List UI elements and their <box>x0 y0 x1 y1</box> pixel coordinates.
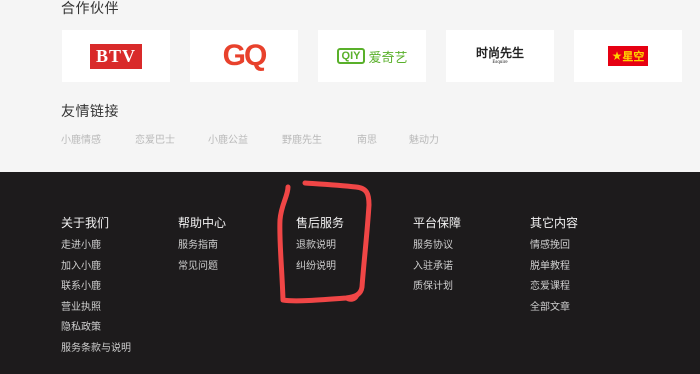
footer-link[interactable]: 服务条款与说明 <box>61 343 131 364</box>
footer-column-title: 平台保障 <box>413 216 462 230</box>
footer-link[interactable]: 脱单教程 <box>530 261 578 282</box>
friend-links-title: 友情链接 <box>61 104 119 120</box>
friend-link[interactable]: 魅动力 <box>409 131 439 146</box>
footer-link[interactable]: 常见问题 <box>178 261 226 282</box>
footer-link[interactable]: 加入小鹿 <box>61 261 131 282</box>
footer-column-title: 其它内容 <box>530 216 579 230</box>
footer-column-help: 帮助中心 服务指南 常见问题 <box>178 214 226 281</box>
footer-link[interactable]: 服务指南 <box>178 240 226 261</box>
footer-link[interactable]: 隐私政策 <box>61 322 131 343</box>
partner-logo-iqiyi[interactable]: QIY 爱奇艺 <box>318 30 426 82</box>
star-icon: ★ <box>611 49 623 63</box>
iqiyi-logo-text: 爱奇艺 <box>368 50 408 66</box>
footer-link[interactable]: 服务协议 <box>413 240 461 261</box>
esquire-logo-subtext: Esquire <box>492 60 508 65</box>
friend-link[interactable]: 小鹿公益 <box>208 131 248 146</box>
footer-link[interactable]: 恋爱课程 <box>530 281 578 302</box>
footer-link[interactable]: 营业执照 <box>61 302 131 323</box>
footer-column-title: 关于我们 <box>61 216 110 230</box>
partner-logo-gq[interactable]: GQ <box>190 30 298 82</box>
iqiyi-logo: QIY 爱奇艺 <box>336 47 408 66</box>
footer-column-title: 售后服务 <box>296 216 345 230</box>
star-logo-text: 星空 <box>622 50 645 63</box>
partner-logo-star[interactable]: ★ 星空 <box>574 30 682 82</box>
footer-link[interactable]: 入驻承诺 <box>413 261 461 282</box>
footer-column-other: 其它内容 情感挽回 脱单教程 恋爱课程 全部文章 <box>530 214 578 322</box>
friend-link[interactable]: 恋爱巴士 <box>135 131 175 146</box>
friend-link[interactable]: 南思 <box>357 131 377 146</box>
partners-section: 合作伙伴 BTV GQ QIY 爱奇艺 时尚先生 Esquire ★ 星空 友情… <box>0 0 700 172</box>
footer-link[interactable]: 全部文章 <box>530 302 578 323</box>
footer-link[interactable]: 退款说明 <box>296 240 344 261</box>
friend-link[interactable]: 小鹿情感 <box>61 131 101 146</box>
esquire-logo: 时尚先生 Esquire <box>476 47 524 65</box>
footer-column-title: 帮助中心 <box>178 216 227 230</box>
footer-link[interactable]: 联系小鹿 <box>61 281 131 302</box>
footer-link[interactable]: 走进小鹿 <box>61 240 131 261</box>
star-logo: ★ 星空 <box>607 46 649 66</box>
btv-logo-text: BTV <box>89 43 142 69</box>
footer-column-after-sales: 售后服务 退款说明 纠纷说明 <box>296 214 344 281</box>
esquire-logo-text: 时尚先生 <box>475 46 524 60</box>
iqiyi-badge: QIY <box>336 48 366 64</box>
partner-logo-btv[interactable]: BTV <box>62 30 170 82</box>
partner-logo-esquire[interactable]: 时尚先生 Esquire <box>446 30 554 82</box>
gq-logo-text: GQ <box>222 39 268 72</box>
footer-link[interactable]: 情感挽回 <box>530 240 578 261</box>
footer-link[interactable]: 纠纷说明 <box>296 261 344 282</box>
footer-link[interactable]: 质保计划 <box>413 281 461 302</box>
footer-column-guarantee: 平台保障 服务协议 入驻承诺 质保计划 <box>413 214 461 302</box>
friend-link[interactable]: 野鹿先生 <box>282 131 322 146</box>
partners-title: 合作伙伴 <box>61 1 119 17</box>
footer-column-about: 关于我们 走进小鹿 加入小鹿 联系小鹿 营业执照 隐私政策 服务条款与说明 <box>61 214 131 363</box>
